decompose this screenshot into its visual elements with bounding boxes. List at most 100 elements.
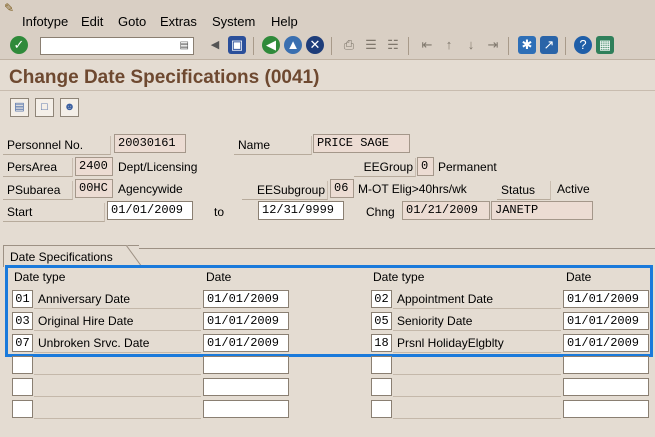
changed-on-value: 01/21/2009 <box>402 201 490 220</box>
date-field[interactable]: 01/01/2009 <box>563 312 649 330</box>
date-field[interactable]: 01/01/2009 <box>203 334 289 352</box>
date-type-code-field[interactable] <box>12 356 33 374</box>
date-type-code-field[interactable]: 07 <box>12 334 33 352</box>
title-bar: Change Date Specifications (0041) <box>0 61 655 91</box>
group-tab-slant <box>126 245 143 267</box>
date-type-label: Prsnl HolidayElgblty <box>393 333 561 353</box>
psubarea-label: PSubarea <box>3 181 73 200</box>
date-type-code-field[interactable] <box>371 356 392 374</box>
collapse-icon[interactable]: ◀ <box>206 36 224 54</box>
overview-icon[interactable]: ▤ <box>10 98 29 117</box>
date-type-code-field[interactable] <box>371 378 392 396</box>
menu-options-icon[interactable]: ✎ <box>4 2 18 14</box>
date-field[interactable] <box>203 378 289 396</box>
persarea-label: PersArea <box>3 158 73 177</box>
next-page-icon[interactable]: ↓ <box>462 36 480 54</box>
date-type-label: Unbroken Srvc. Date <box>34 333 201 353</box>
date-type-code-field[interactable]: 02 <box>371 290 392 308</box>
date-type-code-field[interactable]: 05 <box>371 312 392 330</box>
menu-item-system[interactable]: System <box>212 14 255 29</box>
psubarea-text: Agencywide <box>118 182 183 196</box>
menu-item-edit[interactable]: Edit <box>81 14 103 29</box>
date-type-label <box>34 399 201 419</box>
col-header-date-right: Date <box>566 270 592 284</box>
end-date-field[interactable]: 12/31/9999 <box>258 201 344 220</box>
name-value: PRICE SAGE <box>313 134 410 153</box>
date-type-code-field[interactable]: 01 <box>12 290 33 308</box>
date-type-code-field[interactable] <box>371 400 392 418</box>
toolbar-separator <box>331 37 332 55</box>
document-icon[interactable]: □ <box>35 98 54 117</box>
eesubgroup-label: EESubgroup <box>242 181 328 200</box>
menu-item-help[interactable]: Help <box>271 14 298 29</box>
date-field[interactable] <box>563 400 649 418</box>
application-toolbar: ▤ □ ☻ <box>0 92 655 124</box>
col-header-date-left: Date <box>206 270 232 284</box>
command-field[interactable]: ▤ <box>40 37 194 55</box>
date-field[interactable]: 01/01/2009 <box>203 312 289 330</box>
first-page-icon[interactable]: ⇤ <box>418 36 436 54</box>
find-icon[interactable]: ☰ <box>362 36 380 54</box>
back-icon[interactable]: ◀ <box>262 36 280 54</box>
date-field[interactable] <box>563 356 649 374</box>
date-type-label <box>393 355 561 375</box>
layout-icon[interactable]: ▦ <box>596 36 614 54</box>
enter-icon[interactable]: ✓ <box>10 36 28 54</box>
eegroup-text: Permanent <box>438 160 497 174</box>
date-type-code-field[interactable] <box>12 378 33 396</box>
date-type-label <box>393 399 561 419</box>
command-history-icon[interactable]: ▤ <box>180 38 189 54</box>
date-field[interactable]: 01/01/2009 <box>563 290 649 308</box>
persarea-value: 2400 <box>75 157 113 176</box>
create-session-icon[interactable]: ✱ <box>518 36 536 54</box>
chng-label: Chng <box>366 205 395 219</box>
date-type-code-field[interactable] <box>12 400 33 418</box>
date-field[interactable]: 01/01/2009 <box>563 334 649 352</box>
toolbar-separator <box>253 37 254 55</box>
date-field[interactable]: 01/01/2009 <box>203 290 289 308</box>
print-icon[interactable]: ⎙ <box>340 36 358 54</box>
eesubgroup-text: M-OT Elig>40hrs/wk <box>358 182 467 196</box>
toolbar-separator <box>565 37 566 55</box>
date-field[interactable] <box>203 400 289 418</box>
eesubgroup-value: 06 <box>330 179 354 198</box>
toolbar-separator <box>408 37 409 55</box>
start-date-field[interactable]: 01/01/2009 <box>107 201 193 220</box>
menu-item-goto[interactable]: Goto <box>118 14 146 29</box>
exit-icon[interactable]: ▲ <box>284 36 302 54</box>
status-value: Active <box>557 182 590 196</box>
help-icon[interactable]: ? <box>574 36 592 54</box>
date-field[interactable] <box>203 356 289 374</box>
date-field[interactable] <box>563 378 649 396</box>
toolbar-separator <box>508 37 509 55</box>
changed-by-value: JANETP <box>491 201 593 220</box>
date-type-label <box>393 377 561 397</box>
group-title: Date Specifications <box>10 250 113 264</box>
save-icon[interactable]: ▣ <box>228 36 246 54</box>
persarea-text: Dept/Licensing <box>118 160 198 174</box>
date-type-code-field[interactable]: 03 <box>12 312 33 330</box>
menu-item-extras[interactable]: Extras <box>160 14 197 29</box>
date-type-label <box>34 355 201 375</box>
shortcut-icon[interactable]: ↗ <box>540 36 558 54</box>
date-type-label: Original Hire Date <box>34 311 201 331</box>
date-type-label: Anniversary Date <box>34 289 201 309</box>
date-type-label: Appointment Date <box>393 289 561 309</box>
eegroup-value: 0 <box>417 157 434 176</box>
cancel-icon[interactable]: ✕ <box>306 36 324 54</box>
menu-item-infotype[interactable]: Infotype <box>22 14 68 29</box>
to-label: to <box>214 205 225 219</box>
date-type-label <box>34 377 201 397</box>
date-type-code-field[interactable]: 18 <box>371 334 392 352</box>
standard-toolbar: ✓ ▤ ◀ ▣ ◀ ▲ ✕ ⎙ ☰ ☵ ⇤ ↑ ↓ ⇥ ✱ ↗ ? ▦ <box>0 32 655 60</box>
last-page-icon[interactable]: ⇥ <box>484 36 502 54</box>
previous-page-icon[interactable]: ↑ <box>440 36 458 54</box>
date-type-label: Seniority Date <box>393 311 561 331</box>
person-icon[interactable]: ☻ <box>60 98 79 117</box>
personnel-no-value: 20030161 <box>114 134 186 153</box>
col-header-date-type-right: Date type <box>373 270 425 284</box>
find-next-icon[interactable]: ☵ <box>384 36 402 54</box>
status-label: Status <box>497 181 551 200</box>
eegroup-label: EEGroup <box>354 158 416 177</box>
menu-bar: ✎ Infotype Edit Goto Extras System Help <box>0 0 655 32</box>
